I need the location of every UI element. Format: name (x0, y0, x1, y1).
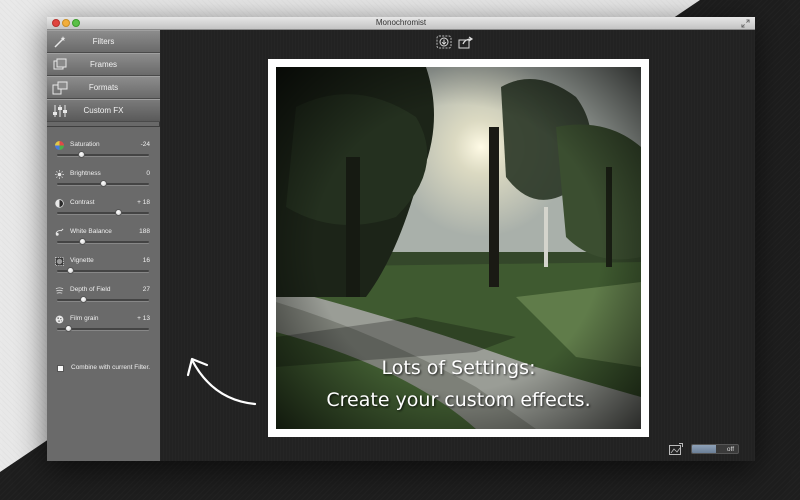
contrast-slider-knob[interactable] (115, 209, 123, 216)
effect-toggle[interactable]: off (691, 444, 739, 454)
contrast-value: + 18 (137, 199, 150, 206)
setting-film-grain: Film grain + 13 (55, 315, 152, 337)
saturation-value: -24 (140, 141, 150, 148)
fullscreen-icon[interactable] (741, 19, 750, 28)
photo-frame: Lots of Settings: Create your custom eff… (268, 59, 649, 437)
saturation-slider[interactable] (57, 154, 149, 156)
frames-icon (53, 58, 67, 70)
brightness-label: Brightness (70, 170, 101, 177)
depth-of-field-icon (55, 287, 64, 294)
depth-of-field-slider-knob[interactable] (80, 296, 88, 303)
depth-of-field-value: 27 (142, 286, 150, 293)
film-grain-label: Film grain (70, 315, 99, 322)
preview-photo: Lots of Settings: Create your custom eff… (276, 67, 641, 429)
tab-formats[interactable]: Formats (47, 76, 160, 99)
saturation-slider-knob[interactable] (78, 151, 86, 158)
brightness-value: 0 (146, 170, 150, 177)
depth-of-field-slider[interactable] (57, 299, 149, 301)
vignette-slider-knob[interactable] (67, 267, 75, 274)
white-balance-label: White Balance (70, 228, 112, 235)
setting-brightness: Brightness 0 (55, 170, 152, 192)
sun-icon (55, 170, 64, 179)
white-balance-slider-knob[interactable] (79, 238, 87, 245)
contrast-label: Contrast (70, 199, 95, 206)
pointer-arrow-icon (186, 357, 257, 406)
setting-contrast: Contrast + 18 (55, 199, 152, 221)
wand-icon (54, 36, 66, 48)
caption-line-1: Lots of Settings: (381, 357, 536, 379)
white-balance-slider[interactable] (57, 241, 149, 243)
film-grain-slider-knob[interactable] (64, 325, 72, 332)
custom-fx-panel: Saturation -24 Brightness 0 Contrast + 1… (47, 126, 160, 461)
setting-saturation: Saturation -24 (55, 141, 152, 163)
tab-filters-label: Filters (92, 37, 115, 46)
vignette-value: 16 (142, 257, 150, 264)
film-grain-value: + 13 (137, 315, 150, 322)
compare-icon[interactable] (669, 443, 683, 455)
tab-custom-fx-label: Custom FX (83, 106, 124, 115)
download-icon[interactable] (436, 35, 452, 49)
app-window: Monochromist Filters Frames Formats Cust… (47, 17, 755, 461)
contrast-slider[interactable] (57, 212, 149, 214)
brightness-slider-knob[interactable] (99, 180, 107, 187)
tab-custom-fx[interactable]: Custom FX (47, 99, 160, 122)
color-wheel-icon (55, 141, 64, 150)
contrast-icon (55, 199, 64, 208)
bottom-controls: off (669, 443, 743, 455)
depth-of-field-label: Depth of Field (70, 286, 111, 293)
setting-vignette: Vignette 16 (55, 257, 152, 279)
setting-depth-of-field: Depth of Field 27 (55, 286, 152, 308)
tab-formats-label: Formats (88, 83, 119, 92)
sliders-icon (53, 105, 67, 117)
tab-frames-label: Frames (89, 60, 118, 69)
combine-label: Combine with current Filter. (71, 364, 151, 371)
title-bar: Monochromist (47, 17, 755, 30)
saturation-label: Saturation (70, 141, 100, 148)
tab-filters[interactable]: Filters (47, 30, 160, 53)
vignette-label: Vignette (70, 257, 94, 264)
toggle-off-label: off (726, 446, 734, 453)
formats-icon (52, 81, 68, 95)
white-balance-value: 188 (139, 228, 150, 235)
setting-white-balance: White Balance 188 (55, 228, 152, 250)
thermometer-icon (55, 228, 64, 236)
combine-checkbox[interactable] (57, 365, 64, 372)
vignette-icon (55, 257, 64, 266)
film-grain-icon (55, 315, 64, 324)
caption-line-2: Create your custom effects. (326, 389, 591, 411)
window-title: Monochromist (375, 18, 427, 27)
sidebar: Filters Frames Formats Custom FX Saturat… (47, 30, 160, 461)
tab-frames[interactable]: Frames (47, 53, 160, 76)
toggle-on-part (692, 445, 716, 453)
share-icon[interactable] (458, 35, 474, 49)
